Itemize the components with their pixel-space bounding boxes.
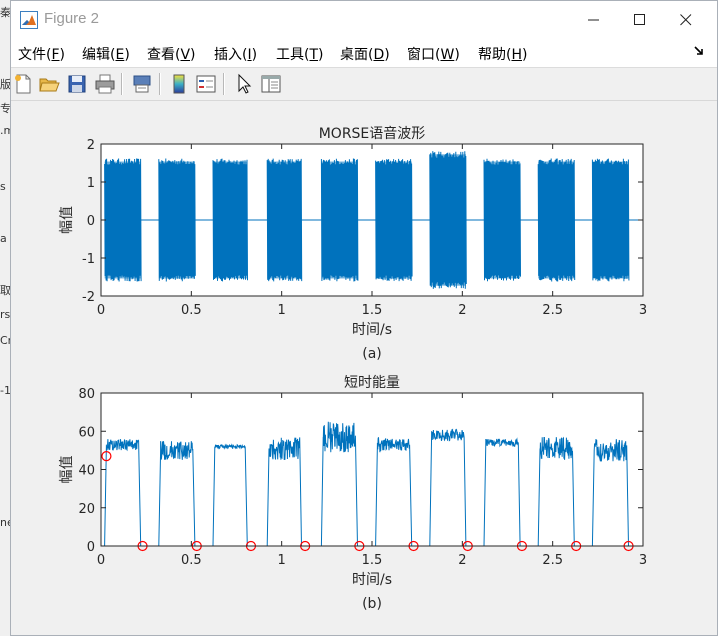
close-icon (680, 14, 692, 26)
x-tick-label: 1 (278, 553, 286, 568)
x-tick-label: 0.5 (181, 553, 202, 568)
subplot-caption: (a) (362, 346, 382, 362)
subplot-caption: (b) (362, 596, 382, 612)
y-tick-label: 1 (87, 176, 95, 191)
y-tick-label: -1 (82, 252, 95, 267)
x-tick-label: 2.5 (542, 303, 563, 318)
matlab-icon (20, 11, 38, 29)
figure-window: Figure 2 文件(F) 编辑(E) 查看(V) 插入(I) 工具(T) 桌… (10, 0, 718, 636)
y-tick-label: 60 (78, 425, 95, 440)
maximize-button[interactable] (617, 1, 663, 39)
menu-help[interactable]: 帮助(H) (478, 44, 527, 64)
close-button[interactable] (663, 1, 709, 39)
minimize-button[interactable] (571, 1, 617, 39)
colorbar-icon[interactable] (168, 73, 190, 95)
y-tick-label: 0 (87, 540, 95, 555)
menu-insert[interactable]: 插入(I) (214, 44, 257, 64)
title-bar[interactable]: Figure 2 (11, 1, 717, 39)
x-tick-label: 0 (97, 303, 105, 318)
background-text-fragment: s (0, 180, 6, 193)
x-tick-label: 2.5 (542, 553, 563, 568)
axes-background (101, 393, 643, 546)
x-tick-label: 1.5 (362, 553, 383, 568)
background-text-fragment: a (0, 232, 7, 245)
x-tick-label: 0.5 (181, 303, 202, 318)
toolbar-separator (159, 73, 161, 95)
menu-view[interactable]: 查看(V) (147, 44, 196, 64)
x-tick-label: 1 (278, 303, 286, 318)
menu-edit[interactable]: 编辑(E) (82, 44, 130, 64)
dock-arrow-icon[interactable] (694, 46, 705, 57)
menu-tools[interactable]: 工具(T) (276, 44, 324, 64)
plot-area: 0 0.5 1 1.5 2 2.5 3-2-1012MORSE语音波形时间/s幅值(a)0 0… (59, 125, 647, 612)
y-tick-label: 80 (78, 387, 95, 402)
y-tick-label: 0 (87, 214, 95, 229)
print-icon[interactable] (94, 73, 116, 95)
y-axis-label: 幅值 (59, 456, 75, 484)
window-title: Figure 2 (44, 10, 100, 27)
save-icon[interactable] (66, 73, 88, 95)
background-text-fragment: rs (0, 308, 11, 321)
x-tick-label: 2 (458, 303, 466, 318)
toolbar (11, 68, 717, 101)
menu-desktop[interactable]: 桌面(D) (340, 44, 390, 64)
pointer-arrow-icon[interactable] (233, 73, 255, 95)
minimize-icon (588, 19, 599, 21)
maximize-icon (634, 14, 645, 25)
menu-window[interactable]: 窗口(W) (407, 44, 460, 64)
y-tick-label: 20 (78, 502, 95, 517)
toolbar-separator (121, 73, 123, 95)
toolbar-separator (223, 73, 225, 95)
new-figure-icon[interactable] (12, 73, 34, 95)
x-tick-label: 3 (639, 303, 647, 318)
chart-title: MORSE语音波形 (319, 125, 426, 142)
menu-bar: 文件(F) 编辑(E) 查看(V) 插入(I) 工具(T) 桌面(D) 窗口(W… (11, 39, 717, 68)
property-inspector-icon[interactable] (260, 73, 282, 95)
y-tick-label: 40 (78, 464, 95, 479)
y-tick-label: -2 (82, 290, 95, 305)
y-tick-label: 2 (87, 138, 95, 153)
print-preview-icon[interactable] (131, 73, 153, 95)
x-tick-label: 1.5 (362, 303, 383, 318)
x-axis-label: 时间/s (352, 322, 392, 338)
menu-file[interactable]: 文件(F) (18, 44, 65, 64)
x-tick-label: 0 (97, 553, 105, 568)
open-file-icon[interactable] (38, 73, 60, 95)
figure-canvas: 0 0.5 1 1.5 2 2.5 3 -2 -1 0 1 2 MORSE语音波形 时间/s 幅值 (a) 0 0… (11, 101, 717, 635)
x-tick-label: 2 (458, 553, 466, 568)
x-axis-label: 时间/s (352, 572, 392, 588)
x-tick-label: 3 (639, 553, 647, 568)
legend-icon[interactable] (195, 73, 217, 95)
y-axis-label: 幅值 (59, 206, 75, 234)
chart-title: 短时能量 (344, 375, 400, 391)
